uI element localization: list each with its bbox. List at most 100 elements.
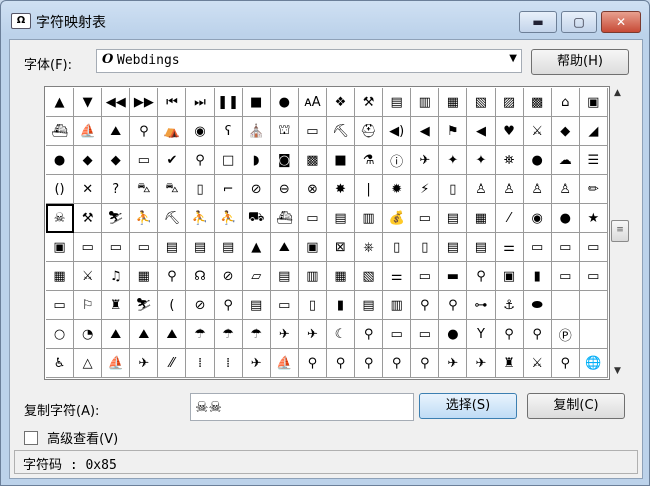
character-cell[interactable]: ✈ (439, 349, 468, 378)
character-cell[interactable]: ▶▶ (130, 88, 159, 117)
character-cell[interactable]: ⊗ (298, 175, 327, 204)
character-cell[interactable]: ᴀA (298, 88, 327, 117)
character-cell[interactable]: ▤ (158, 233, 187, 262)
character-cell[interactable]: ▯ (186, 175, 215, 204)
character-cell[interactable]: ✈ (242, 349, 271, 378)
advanced-view-option[interactable]: 高级查看(V) (24, 428, 118, 447)
character-cell[interactable]: ⛹ (130, 204, 159, 233)
copy-button[interactable]: 复制(C) (527, 393, 625, 419)
character-cell[interactable]: ✦ (467, 146, 496, 175)
character-cell[interactable]: ✏ (579, 175, 608, 204)
character-cell[interactable]: ⚲ (551, 349, 580, 378)
character-cell[interactable]: ⌐ (214, 175, 243, 204)
character-cell[interactable]: ⏮ (158, 88, 187, 117)
character-cell[interactable]: ⚔ (523, 349, 552, 378)
character-cell[interactable]: ▣ (298, 233, 327, 262)
character-cell[interactable]: ⓘ (383, 146, 412, 175)
character-cell[interactable]: ♜ (495, 349, 524, 378)
help-button[interactable]: 帮助(H) (531, 49, 629, 75)
character-cell[interactable]: ⏭ (186, 88, 215, 117)
character-cell[interactable]: ◆ (551, 117, 580, 146)
character-cell[interactable]: ☊ (186, 262, 215, 291)
character-cell[interactable]: ▤ (326, 204, 356, 233)
character-cell[interactable]: ⛏ (326, 117, 356, 146)
character-cell[interactable]: ✕ (74, 175, 103, 204)
character-cell[interactable]: ▤ (383, 88, 412, 117)
character-cell[interactable]: ⊘ (186, 291, 215, 320)
character-cell[interactable]: ⛵ (270, 349, 299, 378)
character-cell[interactable]: ◗ (242, 146, 271, 175)
character-cell[interactable]: ✈ (298, 320, 327, 349)
character-cell[interactable]: ▲ (46, 88, 75, 117)
character-cell[interactable]: ⚲ (355, 320, 384, 349)
character-cell[interactable]: ⛍ (130, 175, 159, 204)
character-cell[interactable]: ⛟ (242, 204, 271, 233)
character-cell[interactable]: ♥ (495, 117, 524, 146)
character-cell[interactable]: ? (102, 175, 131, 204)
character-cell[interactable]: ▤ (355, 291, 384, 320)
character-cell[interactable]: ⛪ (242, 117, 271, 146)
character-cell[interactable]: ▯ (439, 175, 468, 204)
character-cell[interactable]: ⚒ (74, 204, 103, 233)
character-cell[interactable]: ⛏ (158, 204, 187, 233)
character-cell[interactable]: ▤ (214, 233, 243, 262)
character-cell[interactable]: ▭ (298, 117, 327, 146)
character-cell[interactable]: ▩ (298, 146, 327, 175)
character-cell[interactable]: □ (214, 146, 243, 175)
character-cell[interactable]: ⚡ (411, 175, 440, 204)
character-cell[interactable]: ▦ (46, 262, 75, 291)
character-cell[interactable]: ⛷ (130, 291, 159, 320)
character-cell[interactable]: ♫ (102, 262, 131, 291)
character-cell[interactable]: ◀) (383, 117, 412, 146)
character-cell[interactable]: ♙ (467, 175, 496, 204)
character-grid[interactable]: ▲ ▼ ◀◀ ▶▶ ⏮ ⏭ ❚❚ ■ ● ᴀA ❖ ⚒ ▤ ▥ ▦ ▧ ▨ ▩ ⌂ ▣ ⛴ ⛵ ⛰ ⚲ ⛺ ◉ ʕ ⛪ ⛫ ▭ ⛏ ⛑ ◀) ◀ ⚑… (44, 86, 610, 380)
character-cell[interactable]: ▥ (298, 262, 327, 291)
character-cell[interactable]: ▭ (298, 204, 327, 233)
character-cell[interactable]: ▭ (523, 233, 552, 262)
character-cell[interactable]: ✸ (326, 175, 356, 204)
character-cell[interactable]: ⚌ (495, 233, 524, 262)
character-cell[interactable]: ▼ (74, 88, 103, 117)
character-cell[interactable]: ⚐ (74, 291, 103, 320)
minimize-button[interactable]: ▬ (519, 11, 557, 33)
character-cell[interactable]: ● (270, 88, 299, 117)
character-cell[interactable]: ▥ (383, 291, 412, 320)
advanced-view-checkbox[interactable] (24, 431, 38, 445)
character-cell[interactable]: ▭ (130, 146, 159, 175)
character-cell[interactable]: ▭ (411, 204, 440, 233)
character-cell[interactable]: ▭ (102, 233, 131, 262)
character-cell[interactable]: ▤ (270, 262, 299, 291)
character-cell[interactable]: ⛰ (270, 233, 299, 262)
select-button[interactable]: 选择(S) (419, 393, 517, 419)
character-cell[interactable]: ⚲ (158, 262, 187, 291)
character-cell[interactable]: ▲ (242, 233, 271, 262)
character-cell[interactable]: ▭ (579, 233, 608, 262)
character-cell[interactable] (579, 320, 608, 349)
character-cell[interactable]: ▤ (186, 233, 215, 262)
character-cell[interactable]: ⚲ (439, 291, 468, 320)
character-cell[interactable]: ⚔ (74, 262, 103, 291)
scroll-up-arrow-icon[interactable]: ▲ (614, 88, 621, 98)
character-cell[interactable]: ✈ (270, 320, 299, 349)
character-cell[interactable]: ◆ (102, 146, 131, 175)
character-cell[interactable]: ☂ (242, 320, 271, 349)
character-cell[interactable]: ⛍ (158, 175, 187, 204)
character-cell[interactable]: ⚲ (186, 146, 215, 175)
character-cell[interactable]: ▭ (411, 320, 440, 349)
character-cell[interactable]: ⁄ (495, 204, 524, 233)
character-cell[interactable]: ✔ (158, 146, 187, 175)
character-cell[interactable]: ✦ (439, 146, 468, 175)
character-cell[interactable]: ⚲ (214, 291, 243, 320)
character-cell[interactable]: ▣ (579, 88, 608, 117)
character-cell[interactable]: ⚲ (411, 349, 440, 378)
character-cell[interactable]: ◀◀ (102, 88, 131, 117)
character-cell[interactable]: ⊘ (242, 175, 271, 204)
character-cell[interactable]: ▦ (326, 262, 356, 291)
character-cell[interactable]: ⛰ (102, 320, 131, 349)
character-cell[interactable]: ⛹ (186, 204, 215, 233)
character-cell[interactable]: ⊠ (326, 233, 356, 262)
character-cell[interactable]: ♙ (551, 175, 580, 204)
character-cell[interactable]: ♿ (46, 349, 75, 378)
character-cell[interactable]: ⁞ (186, 349, 215, 378)
scroll-down-arrow-icon[interactable]: ▼ (614, 366, 621, 376)
